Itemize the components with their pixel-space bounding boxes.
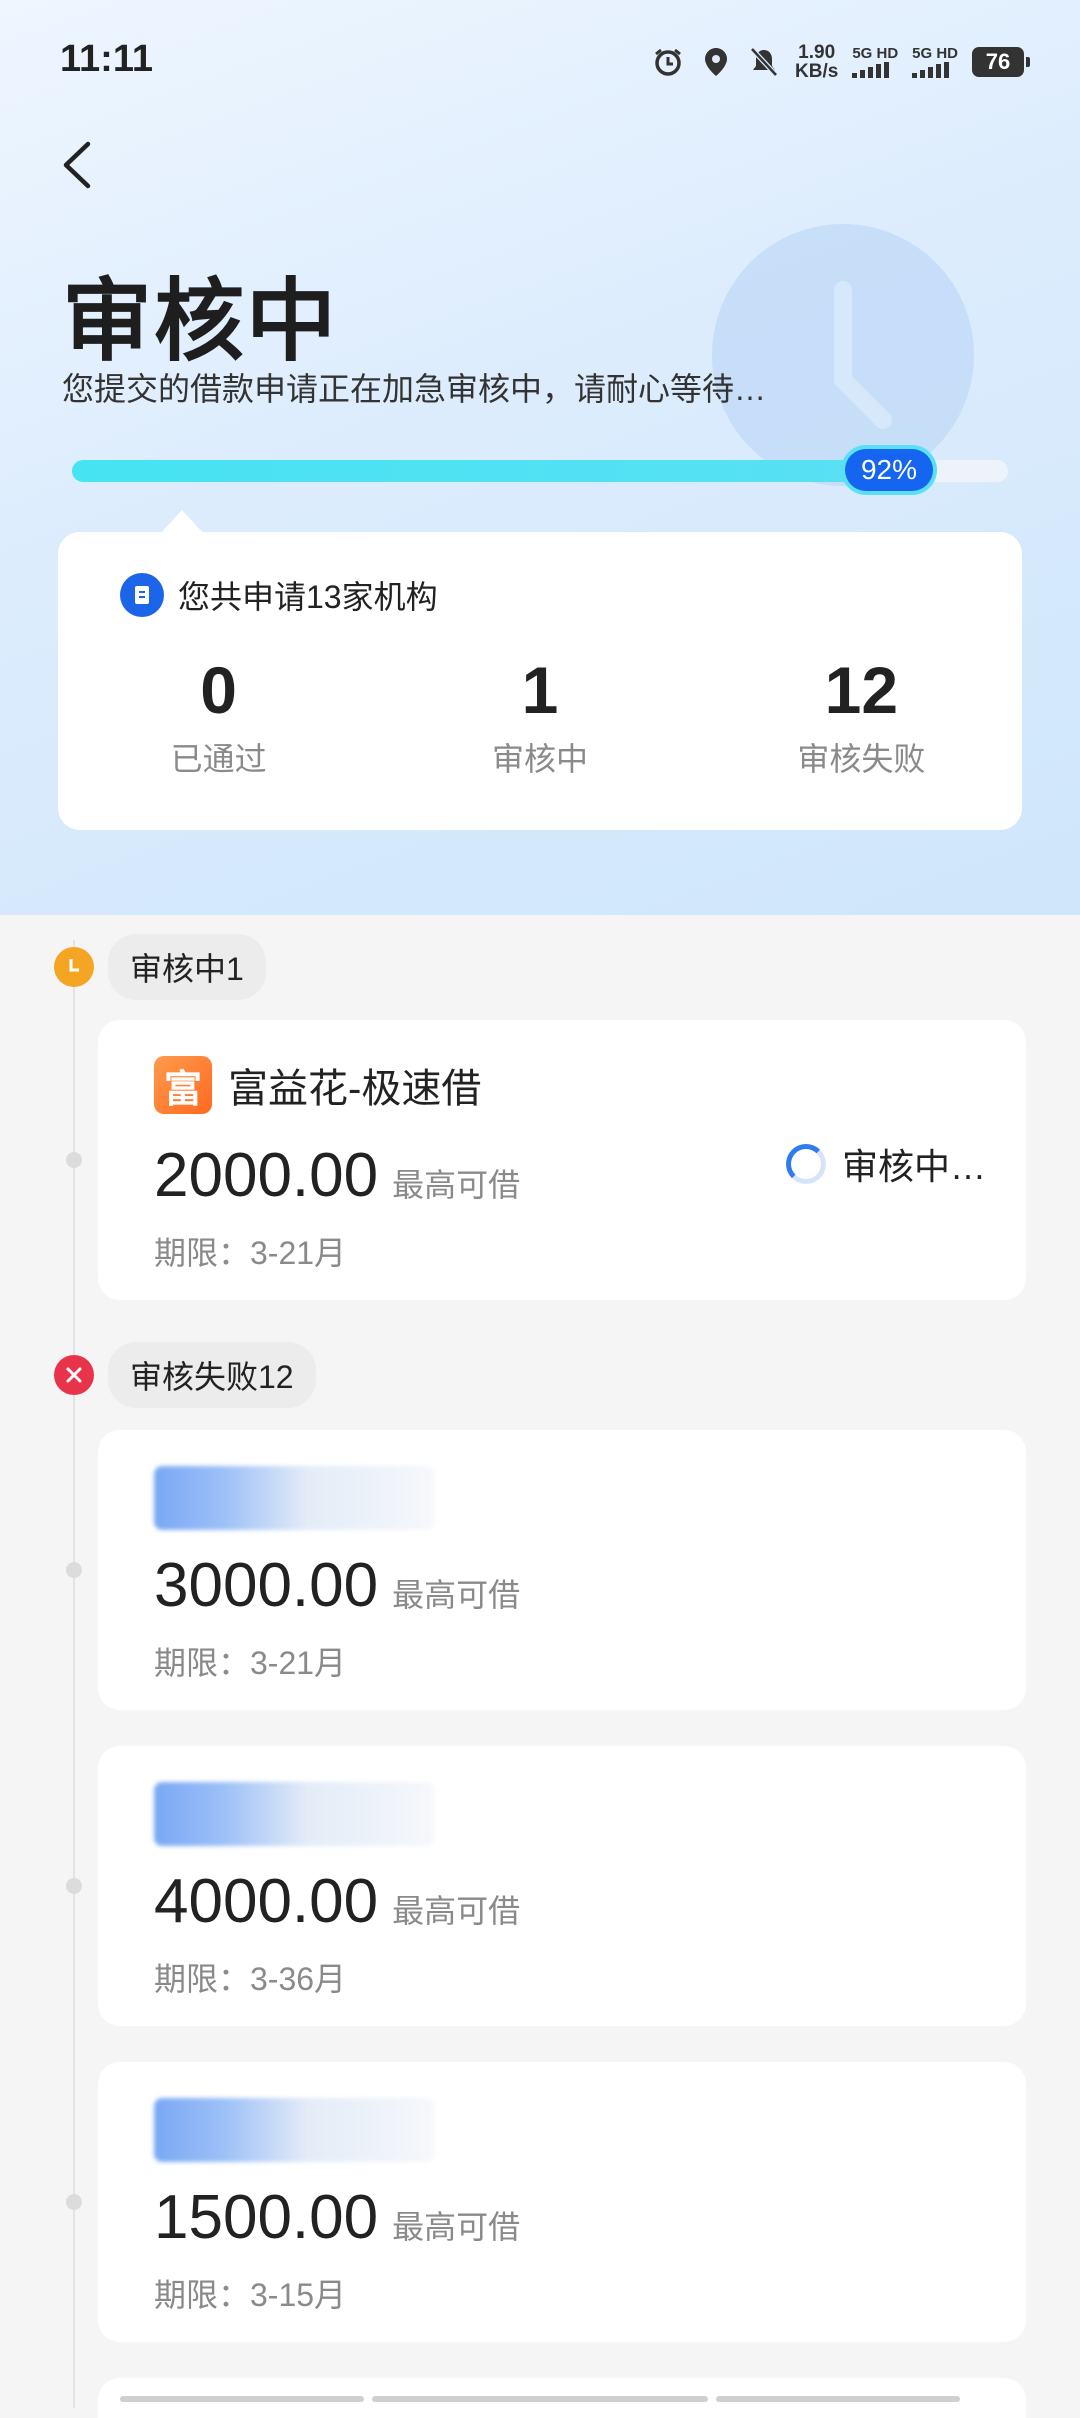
loan-amount: 1500.00 — [154, 2183, 379, 2252]
summary-card: 您共申请13家机构 0 已通过 1 审核中 12 审核失败 — [58, 532, 1022, 830]
section-reviewing: 审核中1 — [54, 934, 266, 1000]
lender-name-blurred — [154, 2098, 434, 2162]
loan-card-failed[interactable]: 4000.00 最高可借 期限：3-36月 — [98, 1746, 1026, 2026]
summary-heading: 您共申请13家机构 — [178, 579, 438, 615]
loan-term: 期限：3-36月 — [154, 1961, 347, 1997]
timeline-dot — [66, 1152, 82, 1168]
timeline-dot — [66, 1562, 82, 1578]
section-failed: 审核失败12 — [54, 1342, 316, 1408]
loan-amount: 2000.00 — [154, 1141, 379, 1210]
status-bar: 11:11 1.90 KB/s 5G HD 5G HD 76 — [0, 0, 1080, 120]
sim2-signal: 5G HD — [912, 46, 958, 78]
alarm-icon — [651, 45, 685, 79]
lender-name-blurred — [154, 1466, 434, 1530]
location-icon — [699, 45, 733, 79]
progress-badge: 92% — [845, 449, 933, 491]
loan-term: 期限：3-21月 — [154, 1645, 347, 1681]
back-button[interactable] — [58, 140, 98, 190]
loading-spinner-icon — [785, 1144, 826, 1184]
battery-indicator: 76 — [972, 47, 1030, 77]
timeline-dot — [66, 2194, 82, 2210]
clock-icon — [54, 947, 94, 987]
loan-amount: 4000.00 — [154, 1867, 379, 1936]
mute-icon — [747, 45, 781, 79]
amount-label: 最高可借 — [392, 1577, 521, 1613]
clock-decoration — [712, 224, 974, 486]
lender-name: 富益花-极速借 — [228, 1067, 482, 1111]
status-time: 11:11 — [60, 38, 153, 80]
building-icon — [120, 573, 164, 617]
next-card-placeholder — [120, 2396, 960, 2402]
stat-reviewing: 1 审核中 — [491, 653, 588, 777]
page-title: 审核中 — [62, 272, 338, 372]
loan-card-reviewing[interactable]: 富 富益花-极速借 2000.00 最高可借 期限：3-21月 审核中… — [98, 1020, 1026, 1300]
review-status: 审核中… — [785, 1138, 986, 1190]
progress-fill — [72, 460, 933, 482]
amount-label: 最高可借 — [392, 1893, 521, 1929]
loan-card-failed[interactable]: 3000.00 最高可借 期限：3-21月 — [98, 1430, 1026, 1710]
net-speed: 1.90 KB/s — [795, 42, 839, 82]
close-icon — [54, 1355, 94, 1395]
loan-term: 期限：3-21月 — [154, 1235, 347, 1271]
stat-passed: 0 已通过 — [170, 653, 267, 777]
sim1-signal: 5G HD — [852, 46, 898, 78]
amount-label: 最高可借 — [392, 2209, 521, 2245]
loan-term: 期限：3-15月 — [154, 2277, 347, 2313]
loan-amount: 3000.00 — [154, 1551, 379, 1620]
summary-pointer — [160, 510, 204, 534]
lender-name-blurred — [154, 1782, 434, 1846]
stat-failed: 12 审核失败 — [797, 653, 926, 777]
lender-logo: 富 — [154, 1056, 212, 1114]
amount-label: 最高可借 — [392, 1167, 521, 1203]
timeline-dot — [66, 1878, 82, 1894]
loan-card-failed[interactable]: 1500.00 最高可借 期限：3-15月 — [98, 2062, 1026, 2342]
page-subtitle: 您提交的借款申请正在加急审核中，请耐心等待… — [62, 371, 767, 407]
